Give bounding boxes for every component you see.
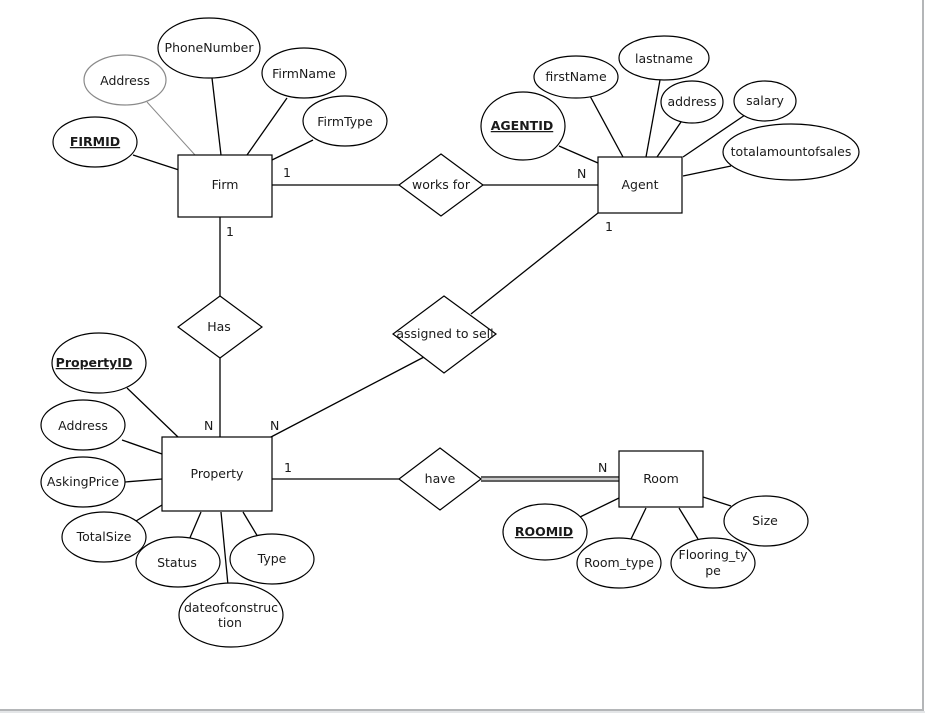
attr-room-flooringtype[interactable]: Flooring_ty pe — [670, 537, 756, 589]
attr-agent-salary-label: salary — [746, 93, 784, 108]
edge-property-askingprice — [124, 478, 163, 483]
attr-property-totalsize[interactable]: TotalSize — [61, 511, 147, 563]
attr-firm-firmname[interactable]: FirmName — [261, 47, 347, 99]
edge-property-dateofconstruction — [220, 511, 229, 586]
attr-property-address[interactable]: Address — [40, 399, 126, 451]
edge-room-roomtype — [630, 507, 647, 540]
er-diagram: 1 N 1 N 1 N 1 N Firm Agent Property Room… — [40, 17, 860, 648]
edge-property-address — [121, 439, 163, 455]
edge-agent-firstname — [589, 95, 624, 158]
attr-agent-lastname[interactable]: lastname — [618, 35, 710, 81]
entity-firm[interactable]: Firm — [177, 154, 273, 218]
attr-firm-phonenumber[interactable]: PhoneNumber — [157, 17, 261, 79]
edge-firm-firmid — [132, 154, 180, 171]
attr-firm-firmid-label: FIRMID — [70, 134, 120, 149]
edge-property-totalsize — [135, 504, 163, 522]
relationship-has[interactable]: Has — [176, 295, 264, 359]
entity-room[interactable]: Room — [618, 450, 704, 508]
attr-property-totalsize-label: TotalSize — [76, 529, 132, 544]
attr-room-roomtype-label: Room_type — [584, 555, 654, 570]
attr-agent-totalamountofsales-label: totalamountofsales — [731, 144, 852, 159]
attr-firm-firmtype-label: FirmType — [317, 114, 373, 129]
attr-firm-address[interactable]: Address — [83, 54, 167, 106]
attr-agent-firstname[interactable]: firstName — [533, 55, 619, 99]
edge-agent-address — [656, 121, 682, 158]
edge-agent-assignedtosell — [470, 212, 599, 315]
attr-room-size-label: Size — [752, 513, 778, 528]
attr-agent-address-label: address — [667, 94, 716, 109]
attr-room-size[interactable]: Size — [723, 495, 809, 547]
entity-property[interactable]: Property — [161, 436, 273, 512]
attr-property-askingprice-label: AskingPrice — [47, 474, 119, 489]
attr-agent-agentid-label: AGENTID — [491, 118, 554, 133]
attr-property-status[interactable]: Status — [135, 536, 221, 588]
edge-firm-phonenumber — [211, 77, 222, 156]
attr-agent-agentid[interactable]: AGENTID — [480, 91, 566, 161]
relationship-assigned-to-sell[interactable]: assigned to sell — [392, 295, 498, 374]
card-property-have: 1 — [284, 460, 292, 475]
attr-property-dateofconstruction[interactable]: dateofconstruc tion — [178, 582, 284, 648]
edge-property-type — [242, 511, 259, 538]
attr-room-flooringtype-line2: pe — [705, 563, 721, 578]
attr-property-type-label: Type — [257, 551, 287, 566]
card-firm-worksfor: 1 — [283, 165, 291, 180]
card-room-have: N — [598, 460, 607, 475]
attr-firm-firmid[interactable]: FIRMID — [52, 116, 138, 168]
relationship-has-label: Has — [207, 319, 231, 334]
attr-agent-firstname-label: firstName — [545, 69, 607, 84]
attr-firm-phonenumber-label: PhoneNumber — [165, 40, 255, 55]
attr-property-address-label: Address — [58, 418, 108, 433]
attr-agent-salary[interactable]: salary — [733, 80, 797, 122]
card-property-has: N — [204, 418, 213, 433]
attr-firm-firmname-label: FirmName — [272, 66, 336, 81]
edge-property-propertyid — [126, 387, 179, 438]
edge-firm-firmname — [246, 97, 288, 156]
card-firm-has: 1 — [226, 224, 234, 239]
edge-agent-agentid — [558, 145, 599, 164]
relationship-works-for[interactable]: works for — [397, 153, 485, 217]
card-property-assignedtosell: N — [270, 418, 279, 433]
attr-property-propertyid[interactable]: PropertyID — [51, 332, 147, 394]
attr-firm-firmtype[interactable]: FirmType — [302, 95, 388, 147]
edge-room-size — [702, 496, 732, 507]
edge-property-status — [188, 511, 202, 541]
attr-property-type[interactable]: Type — [229, 533, 315, 585]
attr-room-roomtype[interactable]: Room_type — [576, 537, 662, 589]
edge-firm-firmtype — [271, 139, 314, 161]
edge-assignedtosell-property — [270, 356, 425, 438]
entity-agent[interactable]: Agent — [597, 156, 683, 214]
attr-firm-address-label: Address — [100, 73, 150, 88]
attr-room-flooringtype-line1: Flooring_ty — [679, 547, 749, 562]
attr-room-roomid[interactable]: ROOMID — [502, 503, 588, 561]
attr-property-dateofconstruction-line1: dateofconstruc — [184, 600, 278, 615]
relationship-works-for-label: works for — [412, 177, 471, 192]
relationship-have-label: have — [425, 471, 456, 486]
attr-room-roomid-label: ROOMID — [515, 524, 573, 539]
relationship-have[interactable]: have — [398, 447, 482, 511]
edge-agent-lastname — [645, 79, 661, 158]
edge-firm-address — [146, 101, 196, 156]
attr-property-propertyid-label: PropertyID — [56, 355, 133, 370]
attr-property-askingprice[interactable]: AskingPrice — [40, 456, 126, 508]
attr-agent-address[interactable]: address — [660, 80, 724, 124]
edge-room-flooringtype — [678, 507, 699, 540]
relationship-assigned-to-sell-label: assigned to sell — [396, 326, 493, 341]
edge-agent-totalamountofsales — [682, 165, 732, 177]
attr-agent-totalamountofsales[interactable]: totalamountofsales — [722, 123, 860, 181]
edge-room-roomid — [579, 497, 620, 518]
entity-room-label: Room — [643, 471, 679, 486]
attr-property-dateofconstruction-line2: tion — [218, 615, 242, 630]
attr-agent-lastname-label: lastname — [635, 51, 693, 66]
attr-property-status-label: Status — [157, 555, 197, 570]
entity-agent-label: Agent — [622, 177, 659, 192]
entity-firm-label: Firm — [212, 177, 239, 192]
card-agent-worksfor: N — [577, 166, 586, 181]
card-agent-assignedtosell: 1 — [605, 219, 613, 234]
entity-property-label: Property — [191, 466, 244, 481]
